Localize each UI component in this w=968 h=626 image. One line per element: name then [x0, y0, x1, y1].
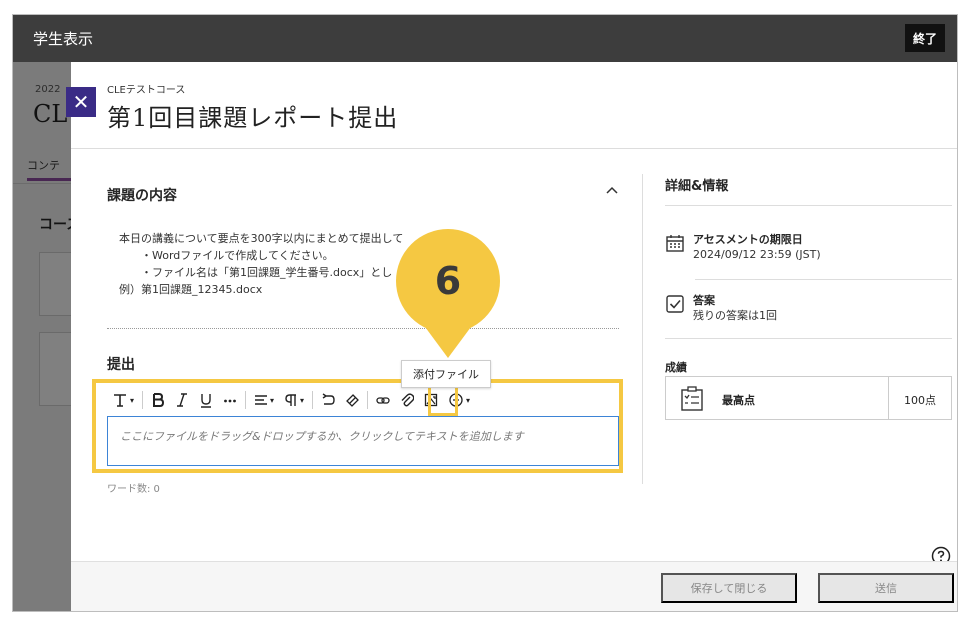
more-formatting-button[interactable]: [218, 389, 242, 411]
description-line: ・Wordファイルで作成してください。: [119, 249, 334, 262]
grade-section-label: 成績: [665, 361, 687, 374]
description-line: ・ファイル名は「第1回課題_学生番号.docx」とし: [119, 266, 393, 279]
attempts-value: 残りの答案は1回: [693, 309, 777, 322]
due-date-info: アセスメントの期限日 2024/09/12 23:59 (JST): [665, 233, 821, 262]
task-section-title: 課題の内容: [107, 188, 177, 204]
end-button[interactable]: 終了: [904, 24, 945, 52]
student-view-label: 学生表示: [33, 30, 94, 48]
toolbar-separator: [312, 391, 314, 409]
link-icon: [376, 397, 390, 404]
toolbar-separator: [367, 391, 369, 409]
close-icon[interactable]: ✕: [66, 87, 96, 117]
details-divider: [665, 338, 952, 339]
column-divider: [642, 174, 643, 484]
text-format-icon: [114, 394, 126, 407]
ellipsis-icon: [224, 399, 236, 403]
attach-highlight-box: [428, 384, 458, 416]
italic-icon: [177, 393, 188, 407]
bold-button[interactable]: [146, 389, 170, 411]
grade-row: 最高点 100点: [665, 376, 952, 420]
link-button[interactable]: [371, 389, 395, 411]
grade-points: 100点: [904, 394, 936, 407]
step-marker: 6: [396, 229, 500, 333]
underline-icon: [201, 394, 212, 408]
paragraph-button[interactable]: ▾: [279, 389, 309, 411]
pilcrow-icon: [285, 394, 297, 406]
chevron-up-icon[interactable]: [604, 182, 620, 198]
undo-button[interactable]: [316, 389, 340, 411]
panel-footer: 保存して閉じる 送信: [71, 561, 957, 611]
description-line: 例）第1回課題_12345.docx: [119, 283, 263, 296]
italic-button[interactable]: [170, 389, 194, 411]
save-close-button[interactable]: 保存して閉じる: [661, 573, 797, 603]
checkbox-icon: [666, 295, 684, 313]
editor-toolbar: ▾ ▾ ▾ ▾: [107, 386, 619, 414]
details-divider: [695, 279, 952, 280]
due-date-value: 2024/09/12 23:59 (JST): [693, 248, 821, 261]
calendar-icon: [666, 235, 684, 252]
bold-icon: [153, 393, 165, 407]
submit-button[interactable]: 送信: [818, 573, 954, 603]
details-title: 詳細&情報: [665, 179, 729, 194]
submission-editor[interactable]: ここにファイルをドラッグ&ドロップするか、クリックしてテキストを追加します: [107, 416, 619, 466]
align-button[interactable]: ▾: [249, 389, 279, 411]
eraser-icon: [346, 394, 359, 407]
text-style-button[interactable]: ▾: [107, 389, 139, 411]
page-title: 第1回目課題レポート提出: [107, 104, 399, 132]
attach-file-button[interactable]: [395, 389, 419, 411]
align-left-icon: [255, 395, 268, 405]
rubric-icon: [681, 386, 703, 411]
attach-tooltip: 添付ファイル: [401, 360, 491, 388]
toolbar-separator: [245, 391, 247, 409]
toolbar-separator: [142, 391, 144, 409]
undo-icon: [322, 393, 335, 405]
assignment-panel: CLEテストコース 第1回目課題レポート提出 課題の内容 本日の講義について要点…: [71, 62, 957, 611]
breadcrumb[interactable]: CLEテストコース: [107, 81, 185, 96]
due-date-label: アセスメントの期限日: [693, 233, 803, 246]
task-description: 本日の講義について要点を300字以内にまとめて提出して ・Wordファイルで作成…: [119, 230, 403, 298]
editor-placeholder: ここにファイルをドラッグ&ドロップするか、クリックしてテキストを追加します: [120, 430, 524, 443]
dotted-divider: [107, 328, 619, 329]
header-divider: [71, 148, 957, 149]
grade-name: 最高点: [722, 394, 755, 407]
app-frame: 学生表示 終了 2022 CL コンテ コース ✕ CLEテストコース 第1回目…: [12, 14, 958, 612]
paperclip-icon: [401, 393, 415, 407]
top-bar: 学生表示 終了: [13, 15, 957, 62]
details-divider: [665, 205, 952, 206]
description-line: 本日の講義について要点を300字以内にまとめて提出して: [119, 232, 404, 245]
overlay-dim: [13, 62, 71, 611]
submission-title: 提出: [107, 357, 135, 373]
clear-format-button[interactable]: [340, 389, 364, 411]
attempts-info: 答案 残りの答案は1回: [665, 294, 777, 323]
attempts-label: 答案: [693, 294, 715, 307]
word-count: ワード数: 0: [107, 484, 160, 495]
underline-button[interactable]: [194, 389, 218, 411]
